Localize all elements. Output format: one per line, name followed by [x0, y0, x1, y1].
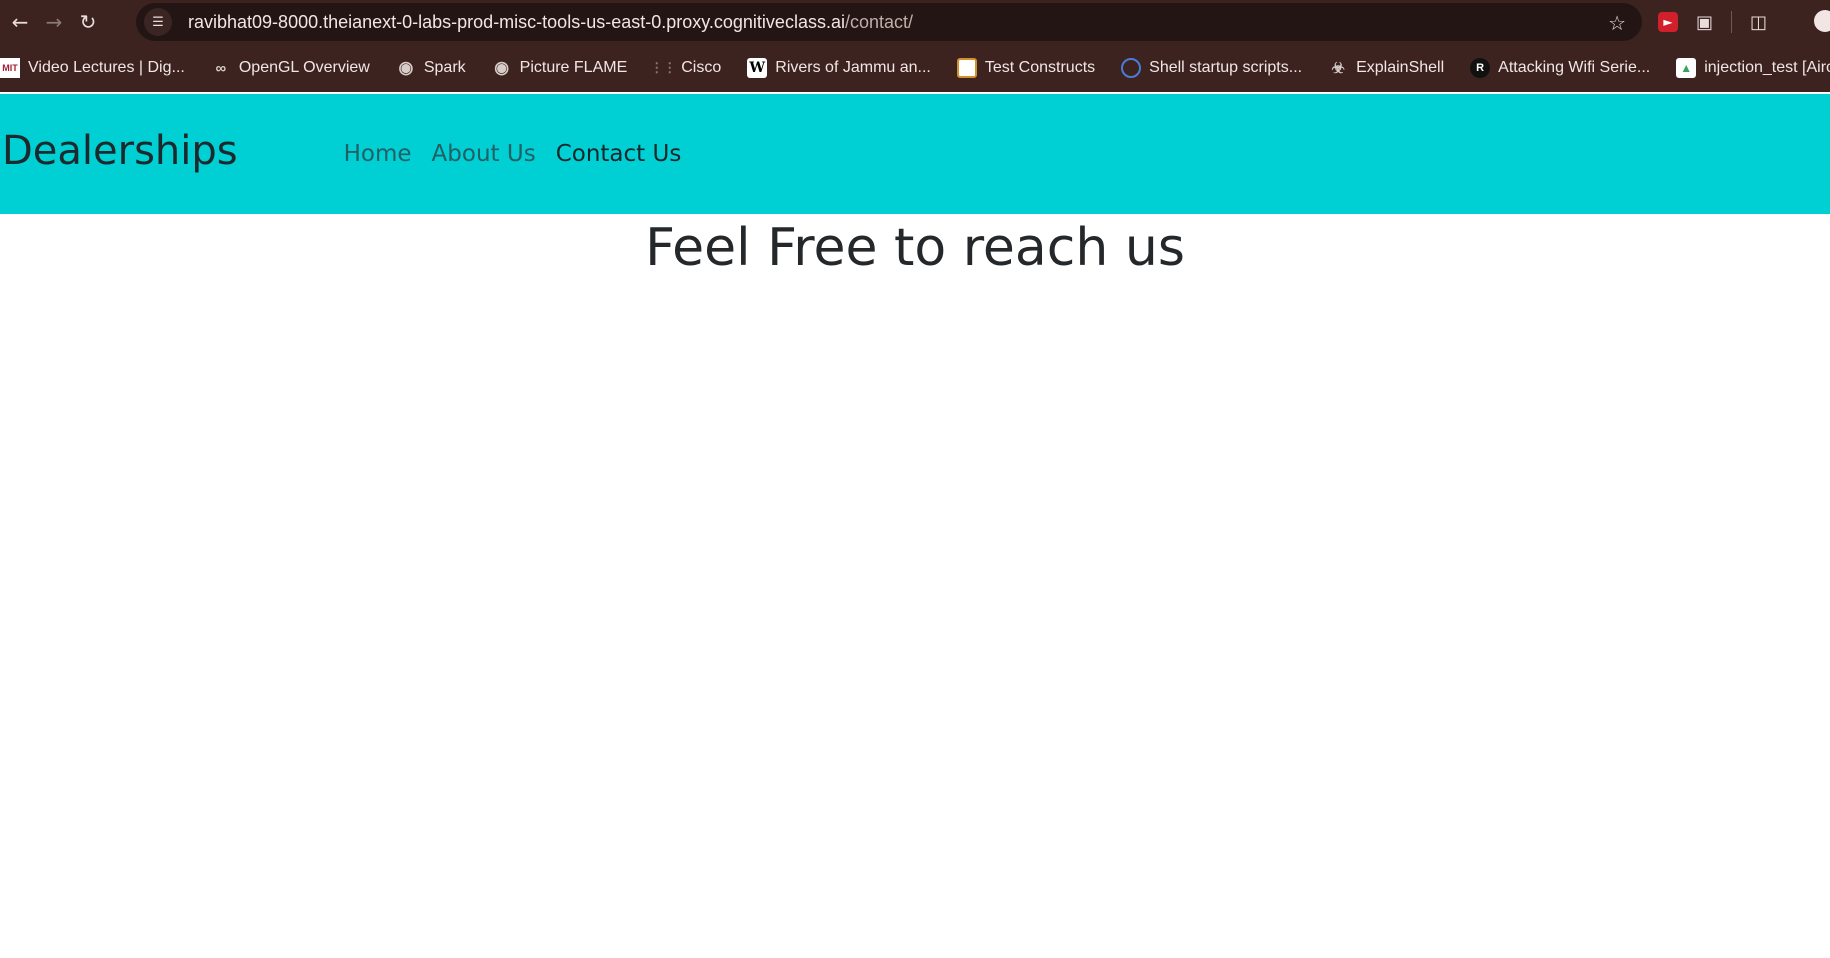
bookmark-opengl[interactable]: ∞ OpenGL Overview [211, 52, 370, 84]
cisco-icon: ⋮⋮ [650, 60, 677, 75]
bookmark-explainshell[interactable]: ☣ ExplainShell [1328, 52, 1444, 84]
mit-ocw-icon: MIT [0, 58, 20, 78]
bookmark-cisco[interactable]: ⋮⋮ Cisco [650, 52, 722, 84]
globe-icon: ◉ [398, 58, 414, 77]
image-icon: ▲ [1676, 58, 1697, 78]
bookmark-label: Attacking Wifi Serie... [1498, 59, 1651, 76]
tune-icon[interactable]: ☰ [144, 8, 172, 36]
page-title: Feel Free to reach us [645, 218, 1185, 278]
nav-about-link[interactable]: About Us [432, 141, 536, 167]
browser-toolbar: ← → ↻ ☰ ravibhat09-8000.theianext-0-labs… [0, 0, 1830, 44]
bookmark-label: injection_test [Aircr... [1704, 59, 1830, 76]
bookmark-attacking-wifi[interactable]: R Attacking Wifi Serie... [1470, 52, 1650, 84]
bookmark-spark[interactable]: ◉ Spark [396, 52, 466, 84]
side-panel-icon[interactable]: ◫ [1750, 12, 1767, 33]
star-icon[interactable]: ☆ [1608, 11, 1626, 35]
bookmark-rivers-of-jammu[interactable]: W Rivers of Jammu an... [747, 52, 931, 84]
url-text[interactable]: ravibhat09-8000.theianext-0-labs-prod-mi… [188, 12, 913, 33]
red-extension-icon[interactable]: ► [1658, 12, 1678, 32]
puzzle-icon[interactable]: ▣ [1696, 12, 1713, 33]
brand-title[interactable]: Dealerships [2, 128, 238, 174]
wikipedia-icon: W [747, 58, 768, 78]
bookmark-label: Test Constructs [984, 59, 1096, 76]
toolbar-actions: ► ▣ ◫ [1658, 0, 1767, 44]
bookmark-label: Cisco [681, 59, 722, 76]
bookmark-label: Picture FLAME [519, 59, 628, 76]
bookmark-injection-test[interactable]: ▲ injection_test [Aircr... [1676, 52, 1830, 84]
profile-avatar[interactable] [1814, 10, 1830, 32]
r-logo-icon: R [1470, 58, 1491, 78]
url-host: ravibhat09-8000.theianext-0-labs-prod-mi… [188, 11, 845, 32]
nav-home-link[interactable]: Home [344, 141, 412, 167]
glasses-icon: ∞ [215, 59, 227, 77]
bookmark-label: Shell startup scripts... [1149, 59, 1303, 76]
address-bar[interactable]: ☰ ravibhat09-8000.theianext-0-labs-prod-… [136, 3, 1642, 41]
bookmark-video-lectures[interactable]: MIT Video Lectures | Dig... [0, 52, 185, 84]
reload-icon[interactable]: ↻ [74, 8, 102, 36]
toolbar-divider [1731, 11, 1733, 33]
bookmark-shell-startup[interactable]: Shell startup scripts... [1121, 52, 1302, 84]
bookmark-label: Video Lectures | Dig... [28, 59, 185, 76]
bookmark-test-constructs[interactable]: Test Constructs [956, 52, 1096, 84]
window-icon [956, 58, 977, 78]
bookmarks-bar: MIT Video Lectures | Dig... ∞ OpenGL Ove… [0, 44, 1830, 92]
shell-icon: ☣ [1331, 60, 1345, 77]
nav-contact-link[interactable]: Contact Us [556, 141, 682, 167]
bookmark-label: ExplainShell [1356, 59, 1445, 76]
bookmark-label: Spark [423, 59, 466, 76]
bookmark-label: OpenGL Overview [238, 59, 370, 76]
site-navbar: Dealerships Home About Us Contact Us [0, 94, 1830, 214]
forward-arrow-icon[interactable]: → [40, 8, 68, 36]
bookmark-picture-flame[interactable]: ◉ Picture FLAME [492, 52, 628, 84]
globe-icon: ◉ [494, 58, 510, 77]
main-nav: Home About Us Contact Us [344, 141, 682, 167]
bookmark-label: Rivers of Jammu an... [775, 59, 931, 76]
circle-icon [1121, 58, 1142, 78]
back-arrow-icon[interactable]: ← [6, 8, 34, 36]
url-path: /contact/ [844, 11, 914, 32]
